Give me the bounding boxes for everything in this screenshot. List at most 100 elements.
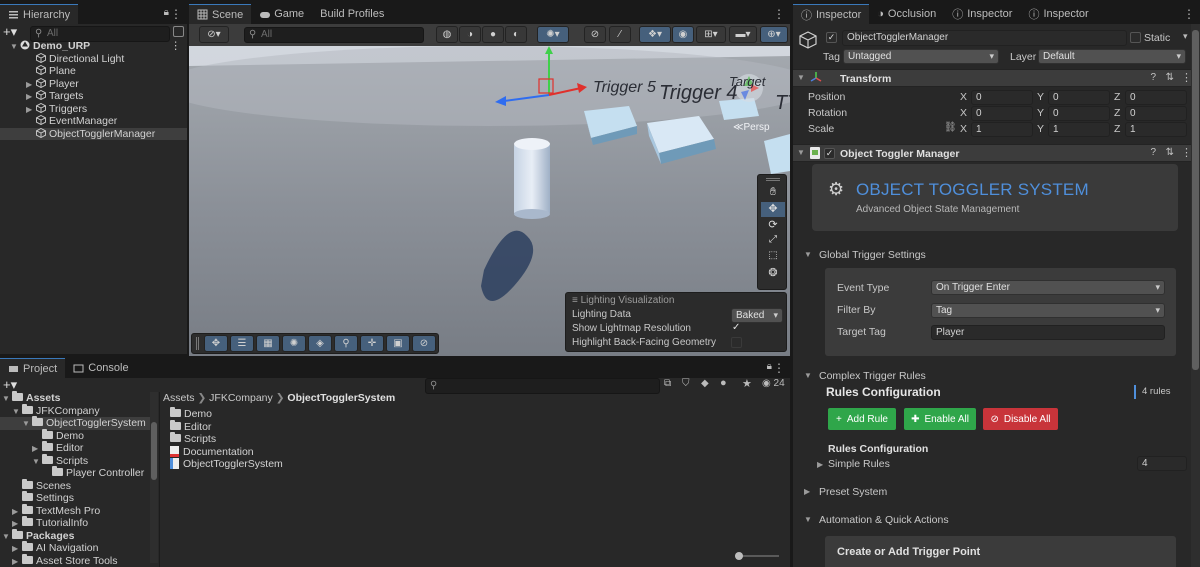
add-object-button[interactable]: +▾ <box>3 24 17 40</box>
warning-icon[interactable]: ● <box>720 377 727 389</box>
move-icon[interactable]: ✛ <box>360 335 384 352</box>
more-options-icon[interactable]: ⋮ <box>1183 7 1195 21</box>
tab-hierarchy[interactable]: Hierarchy <box>0 4 79 24</box>
axis-z-label[interactable]: Z <box>1114 91 1120 103</box>
axis-x-label[interactable]: X <box>960 91 967 103</box>
magnify-icon[interactable]: ⚲ <box>334 335 358 352</box>
show-lightmap-check[interactable]: ✓ <box>732 322 742 333</box>
camera-preview-icon[interactable]: ▣ <box>386 335 410 352</box>
compass-icon[interactable]: ⊘ <box>412 335 436 352</box>
simple-rules-count-field[interactable]: 4 <box>1137 456 1187 471</box>
tab-game[interactable]: Game <box>251 4 312 24</box>
event-type-dropdown[interactable]: On Trigger Enter <box>931 280 1165 295</box>
project-folder-item[interactable]: ▶ AI Navigation <box>0 541 150 555</box>
static-dropdown-icon[interactable]: ▾ <box>1183 31 1188 42</box>
disable-all-button[interactable]: ⊘ Disable All <box>983 408 1058 430</box>
static-checkbox[interactable] <box>1130 32 1141 43</box>
breadcrumb-assets[interactable]: Assets <box>163 392 195 404</box>
move-snap-icon[interactable]: ✥ <box>204 335 228 352</box>
more-options-icon[interactable]: ⋮ <box>773 7 785 21</box>
automation-title[interactable]: Automation & Quick Actions <box>819 514 949 526</box>
tab-project[interactable]: Project <box>0 358 66 378</box>
global-fold-arrow-icon[interactable]: ▼ <box>804 250 812 259</box>
transform-position-y-field[interactable]: 0 <box>1048 90 1110 105</box>
complex-rules-title[interactable]: Complex Trigger Rules <box>819 370 926 382</box>
draw-mode-wire-button[interactable]: ◍ <box>436 26 458 43</box>
transform-rotation-z-field[interactable]: 0 <box>1125 106 1187 121</box>
rect-tool-icon[interactable]: ⬚ <box>761 250 785 265</box>
scene-viewport[interactable]: Trigger 5 Trigger 4 Target TT ≪Persp ✋︎ … <box>189 46 790 356</box>
axis-x-label[interactable]: X <box>960 123 967 135</box>
bottom-grip[interactable] <box>196 337 199 350</box>
draw-mode-unlit-button[interactable]: ◐ <box>505 26 527 43</box>
transform-header[interactable]: ▼ Transform ? ⇅ ⋮ <box>793 69 1200 87</box>
global-settings-title[interactable]: Global Trigger Settings <box>819 249 926 261</box>
tree-scrollbar-thumb[interactable] <box>151 422 157 480</box>
simple-rules-label[interactable]: Simple Rules <box>828 458 890 470</box>
scale-tool-icon[interactable]: ⤢ <box>761 234 785 249</box>
tab-occlusion[interactable]: ◑ Occlusion <box>869 4 944 24</box>
axis-y-label[interactable]: Y <box>1037 91 1044 103</box>
preset-icon[interactable]: ⇅ <box>1166 147 1174 158</box>
hierarchy-item[interactable]: ▼ Demo_URP ⋮ <box>0 40 187 53</box>
more-options-icon[interactable]: ⋮ <box>170 7 182 21</box>
transform-scale-label[interactable]: Scale <box>808 123 834 135</box>
pattern-icon[interactable]: ▦ <box>256 335 280 352</box>
tab-build-profiles[interactable]: Build Profiles <box>312 4 392 24</box>
project-file-item[interactable]: ObjectTogglerSystem <box>170 458 470 471</box>
lighting-toggle-button[interactable]: ⁄ <box>609 26 631 43</box>
palette-grip[interactable] <box>766 178 780 181</box>
hierarchy-item[interactable]: ▶ Player <box>0 77 187 91</box>
axis-y-label[interactable]: Y <box>1037 107 1044 119</box>
project-folder-item[interactable]: Demo <box>0 428 150 443</box>
axis-y-label[interactable]: Y <box>1037 123 1044 135</box>
zoom-slider[interactable] <box>735 552 779 560</box>
inspector-scrollbar[interactable] <box>1191 24 1200 567</box>
preset-icon[interactable]: ⇅ <box>1166 72 1174 83</box>
axis-z-label[interactable]: Z <box>1114 123 1120 135</box>
lock-icon[interactable]: 🔒︎ <box>164 7 169 18</box>
filter-icon[interactable]: ⛉ <box>682 378 690 389</box>
complex-fold-arrow-icon[interactable]: ▼ <box>804 371 812 380</box>
hierarchy-item[interactable]: Directional Light <box>0 52 187 66</box>
scene-search-input[interactable]: ⚲ All <box>244 27 424 43</box>
constrain-proportions-icon[interactable]: ⛓ <box>944 122 957 133</box>
project-file-item[interactable]: Demo <box>170 407 470 421</box>
gizmos-dropdown[interactable]: ⊕▾ <box>760 26 788 43</box>
transform-position-label[interactable]: Position <box>808 91 845 103</box>
project-file-item[interactable]: Scripts <box>170 432 470 446</box>
add-rule-button[interactable]: + Add Rule <box>828 408 896 430</box>
hierarchy-item[interactable]: ObjectTogglerManager <box>0 127 187 140</box>
move-tool-icon[interactable]: ✥ <box>761 202 785 217</box>
zoom-slider-thumb[interactable] <box>735 552 743 560</box>
tab-inspector-3[interactable]: ⓘ Inspector <box>1020 4 1096 24</box>
transform-tool-icon[interactable]: ❂ <box>761 266 785 281</box>
2d-toggle-button[interactable]: ⊘ <box>584 26 606 43</box>
project-folder-item[interactable]: ▼ Assets <box>0 391 150 405</box>
enable-all-button[interactable]: ✚ Enable All <box>904 408 976 430</box>
tree-scrollbar[interactable] <box>150 392 158 563</box>
filter-by-dropdown[interactable]: Tag <box>931 303 1165 318</box>
scene-menu-icon[interactable]: ⋮ <box>171 40 182 53</box>
debug-mode-dropdown[interactable]: ✺▾ <box>537 26 569 43</box>
more-options-icon[interactable]: ⋮ <box>773 361 785 375</box>
draw-mode-shaded-button[interactable]: ● <box>482 26 504 43</box>
tab-inspector-2[interactable]: ⓘ Inspector <box>944 4 1020 24</box>
transform-position-z-field[interactable]: 0 <box>1125 90 1187 105</box>
transform-position-x-field[interactable]: 0 <box>971 90 1033 105</box>
project-folder-item[interactable]: ▶ Editor <box>0 441 150 455</box>
breadcrumb-objecttogglersystem[interactable]: ObjectTogglerSystem <box>287 392 395 404</box>
hierarchy-item[interactable]: Plane <box>0 64 187 78</box>
project-folder-item[interactable]: ▶ Asset Store Tools <box>0 553 150 567</box>
tab-scene[interactable]: Scene <box>189 4 252 24</box>
search-filter-icon[interactable] <box>173 26 184 37</box>
lighting-debug-icon[interactable]: ✺ <box>282 335 306 352</box>
tag-dropdown[interactable]: Untagged <box>843 49 999 64</box>
simple-rules-fold-arrow-icon[interactable]: ▶ <box>817 460 823 469</box>
object-name-field[interactable]: ObjectTogglerManager <box>842 30 1127 46</box>
project-folder-item[interactable]: ▼ JFKCompany <box>0 403 150 418</box>
tab-console[interactable]: Console <box>65 358 136 378</box>
hand-tool-icon[interactable]: ✋︎ <box>761 186 785 201</box>
project-folder-item[interactable]: ▼ ObjectTogglerSystem <box>0 416 150 430</box>
visibility-toggle-button[interactable]: ◉ <box>672 26 694 43</box>
